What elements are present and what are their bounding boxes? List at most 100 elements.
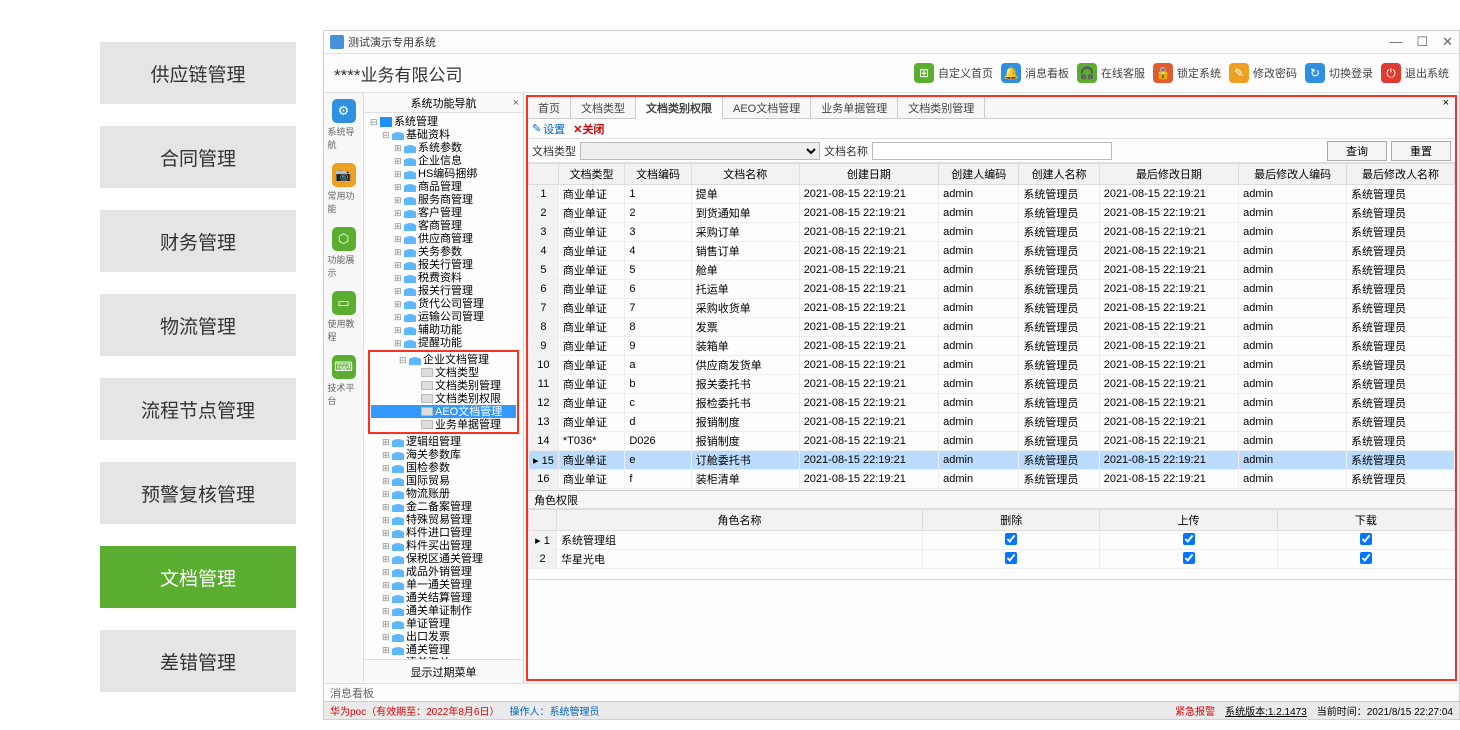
tree-node[interactable]: ⊟企业文档管理 xyxy=(371,353,516,366)
header-action-0[interactable]: ⊞自定义首页 xyxy=(914,63,993,83)
category-3[interactable]: 物流管理 xyxy=(100,294,296,356)
col-header[interactable] xyxy=(529,164,559,185)
tree-node[interactable]: ⊞成品外销管理 xyxy=(366,565,521,578)
tree-node[interactable]: ⊞辅助功能 xyxy=(366,323,521,336)
maximize-button[interactable]: ☐ xyxy=(1416,34,1428,50)
table-row[interactable]: 11商业单证b报关委托书2021-08-15 22:19:21admin系统管理… xyxy=(529,375,1455,394)
tab-0[interactable]: 首页 xyxy=(528,97,571,118)
status-alarm[interactable]: 紧急报警 xyxy=(1175,703,1215,718)
tab-1[interactable]: 文档类型 xyxy=(571,97,636,118)
tree-node[interactable]: ⊞海关参数库 xyxy=(366,448,521,461)
category-1[interactable]: 合同管理 xyxy=(100,126,296,188)
settings-button[interactable]: ✎设置 xyxy=(532,121,565,137)
header-action-3[interactable]: 🔒锁定系统 xyxy=(1153,63,1221,83)
tree-node[interactable]: ⊞客商管理 xyxy=(366,219,521,232)
tree-node[interactable]: 文档类型 xyxy=(371,366,516,379)
col-header[interactable]: 创建人名称 xyxy=(1019,164,1099,185)
perm-checkbox[interactable] xyxy=(1360,533,1372,545)
tree-node[interactable]: ⊞关务参数 xyxy=(366,245,521,258)
dock-item-2[interactable]: ⬡功能展示 xyxy=(328,227,360,279)
table-row[interactable]: 16商业单证f装柜清单2021-08-15 22:19:21admin系统管理员… xyxy=(529,470,1455,489)
col-header[interactable]: 上传 xyxy=(1100,510,1277,531)
main-grid-wrap[interactable]: 文档类型文档编码文档名称创建日期创建人编码创建人名称最后修改日期最后修改人编码最… xyxy=(528,163,1455,491)
col-header[interactable]: 最后修改人名称 xyxy=(1347,164,1455,185)
col-header[interactable]: 删除 xyxy=(923,510,1100,531)
tab-5[interactable]: 文档类别管理 xyxy=(898,97,985,118)
tree-node[interactable]: ⊞出口发票 xyxy=(366,630,521,643)
col-header[interactable] xyxy=(529,510,557,531)
perm-checkbox[interactable] xyxy=(1005,533,1017,545)
tab-4[interactable]: 业务单据管理 xyxy=(811,97,898,118)
table-row[interactable]: ▸ 1系统管理组 xyxy=(529,531,1455,550)
category-6[interactable]: 文档管理 xyxy=(100,546,296,608)
col-header[interactable]: 下载 xyxy=(1277,510,1454,531)
tree-node[interactable]: ⊞系统参数 xyxy=(366,141,521,154)
message-bar[interactable]: 消息看板 xyxy=(324,683,1459,701)
category-5[interactable]: 预警复核管理 xyxy=(100,462,296,524)
header-action-4[interactable]: ✎修改密码 xyxy=(1229,63,1297,83)
tree-node[interactable]: ⊞料件进口管理 xyxy=(366,526,521,539)
tab-3[interactable]: AEO文档管理 xyxy=(723,97,811,118)
perm-checkbox[interactable] xyxy=(1360,552,1372,564)
header-action-2[interactable]: 🎧在线客服 xyxy=(1077,63,1145,83)
tree-node[interactable]: ⊞通关管理 xyxy=(366,643,521,656)
header-action-1[interactable]: 🔔消息看板 xyxy=(1001,63,1069,83)
tree-node[interactable]: 业务单据管理 xyxy=(371,418,516,431)
table-row[interactable]: 5商业单证5舱单2021-08-15 22:19:21admin系统管理员202… xyxy=(529,261,1455,280)
table-row[interactable]: 8商业单证8发票2021-08-15 22:19:21admin系统管理员202… xyxy=(529,318,1455,337)
close-tab-button[interactable]: ✕关闭 xyxy=(573,121,604,137)
category-7[interactable]: 差错管理 xyxy=(100,630,296,692)
col-header[interactable]: 文档名称 xyxy=(691,164,799,185)
tree-node[interactable]: ⊞HS编码捆绑 xyxy=(366,167,521,180)
tree-node[interactable]: ⊞通关单证制作 xyxy=(366,604,521,617)
tree-node[interactable]: ⊞物流账册 xyxy=(366,487,521,500)
perm-checkbox[interactable] xyxy=(1005,552,1017,564)
tree-node[interactable]: ⊞报关行管理 xyxy=(366,284,521,297)
tree-node[interactable]: ⊞单一通关管理 xyxy=(366,578,521,591)
tree-node[interactable]: ⊞通关结算管理 xyxy=(366,591,521,604)
table-row[interactable]: 6商业单证6托运单2021-08-15 22:19:21admin系统管理员20… xyxy=(529,280,1455,299)
tree-node[interactable]: ⊞金二备案管理 xyxy=(366,500,521,513)
dock-item-1[interactable]: 📷常用功能 xyxy=(328,163,360,215)
col-header[interactable]: 文档类型 xyxy=(558,164,624,185)
tree-node[interactable]: ⊟系统管理 xyxy=(366,115,521,128)
tree-node[interactable]: 文档类别权限 xyxy=(371,392,516,405)
category-0[interactable]: 供应链管理 xyxy=(100,42,296,104)
col-header[interactable]: 最后修改人编码 xyxy=(1239,164,1347,185)
table-row[interactable]: 13商业单证d报销制度2021-08-15 22:19:21admin系统管理员… xyxy=(529,413,1455,432)
col-header[interactable]: 创建日期 xyxy=(799,164,938,185)
filter-name-input[interactable] xyxy=(872,142,1112,160)
category-2[interactable]: 财务管理 xyxy=(100,210,296,272)
tree-node[interactable]: ⊞供应商管理 xyxy=(366,232,521,245)
nav-close-button[interactable]: × xyxy=(513,97,519,109)
tree-node[interactable]: 文档类别管理 xyxy=(371,379,516,392)
table-row[interactable]: 9商业单证9装箱单2021-08-15 22:19:21admin系统管理员20… xyxy=(529,337,1455,356)
table-row[interactable]: ▸ 15商业单证e订舱委托书2021-08-15 22:19:21admin系统… xyxy=(529,451,1455,470)
col-header[interactable]: 最后修改日期 xyxy=(1099,164,1238,185)
dock-item-3[interactable]: ▭使用教程 xyxy=(328,291,360,343)
reset-button[interactable]: 重置 xyxy=(1391,141,1451,161)
header-action-6[interactable]: ⏻退出系统 xyxy=(1381,63,1449,83)
tree-node[interactable]: ⊞货代公司管理 xyxy=(366,297,521,310)
tree-node[interactable]: ⊞客户管理 xyxy=(366,206,521,219)
col-header[interactable]: 文档编码 xyxy=(625,164,691,185)
table-row[interactable]: 2商业单证2到货通知单2021-08-15 22:19:21admin系统管理员… xyxy=(529,204,1455,223)
col-header[interactable]: 创建人编码 xyxy=(939,164,1019,185)
tree-node[interactable]: ⊞单证管理 xyxy=(366,617,521,630)
tree-node[interactable]: ⊞服务商管理 xyxy=(366,193,521,206)
table-row[interactable]: 4商业单证4销售订单2021-08-15 22:19:21admin系统管理员2… xyxy=(529,242,1455,261)
header-action-5[interactable]: ↻切换登录 xyxy=(1305,63,1373,83)
tab-2[interactable]: 文档类别权限 xyxy=(636,97,723,119)
table-row[interactable]: 12商业单证c报检委托书2021-08-15 22:19:21admin系统管理… xyxy=(529,394,1455,413)
nav-tree[interactable]: ⊟系统管理⊟基础资料⊞系统参数⊞企业信息⊞HS编码捆绑⊞商品管理⊞服务商管理⊞客… xyxy=(364,113,523,659)
tree-node[interactable]: ⊞国际贸易 xyxy=(366,474,521,487)
perm-checkbox[interactable] xyxy=(1183,533,1195,545)
tree-node[interactable]: ⊞保税区通关管理 xyxy=(366,552,521,565)
tree-node[interactable]: ⊞提醒功能 xyxy=(366,336,521,349)
tree-node[interactable]: ⊞税费资料 xyxy=(366,271,521,284)
filter-type-select[interactable] xyxy=(580,142,820,160)
col-header[interactable]: 角色名称 xyxy=(557,510,923,531)
query-button[interactable]: 查询 xyxy=(1327,141,1387,161)
tree-node[interactable]: ⊞报关行管理 xyxy=(366,258,521,271)
tree-node[interactable]: ⊞运输公司管理 xyxy=(366,310,521,323)
